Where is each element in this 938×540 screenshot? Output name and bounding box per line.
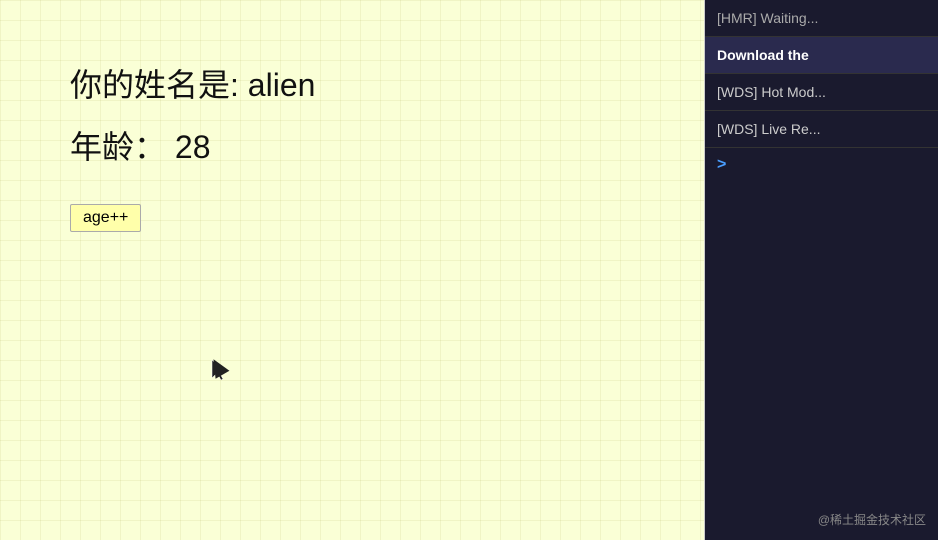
age-label: 年龄：	[70, 129, 166, 165]
sidebar-arrow[interactable]: >	[705, 148, 938, 182]
sidebar-panel: [HMR] Waiting... Download the [WDS] Hot …	[705, 0, 938, 540]
main-panel: 你的姓名是: alien 年龄： 28 age++	[0, 0, 705, 540]
name-value: alien	[248, 67, 316, 103]
age-display: 年龄： 28	[70, 122, 704, 168]
sidebar-footer: @稀土掘金技术社区	[818, 511, 926, 528]
name-label: 你的姓名是:	[70, 67, 239, 103]
age-value: 28	[175, 129, 211, 165]
sidebar-item-download-the: Download the	[705, 37, 938, 74]
sidebar-item-hmr-waiting: [HMR] Waiting...	[705, 0, 938, 37]
sidebar-item-wds-live-re: [WDS] Live Re...	[705, 111, 938, 148]
name-display: 你的姓名是: alien	[70, 60, 704, 106]
age-increment-button[interactable]: age++	[70, 204, 141, 232]
sidebar-item-wds-hot-mod: [WDS] Hot Mod...	[705, 74, 938, 111]
